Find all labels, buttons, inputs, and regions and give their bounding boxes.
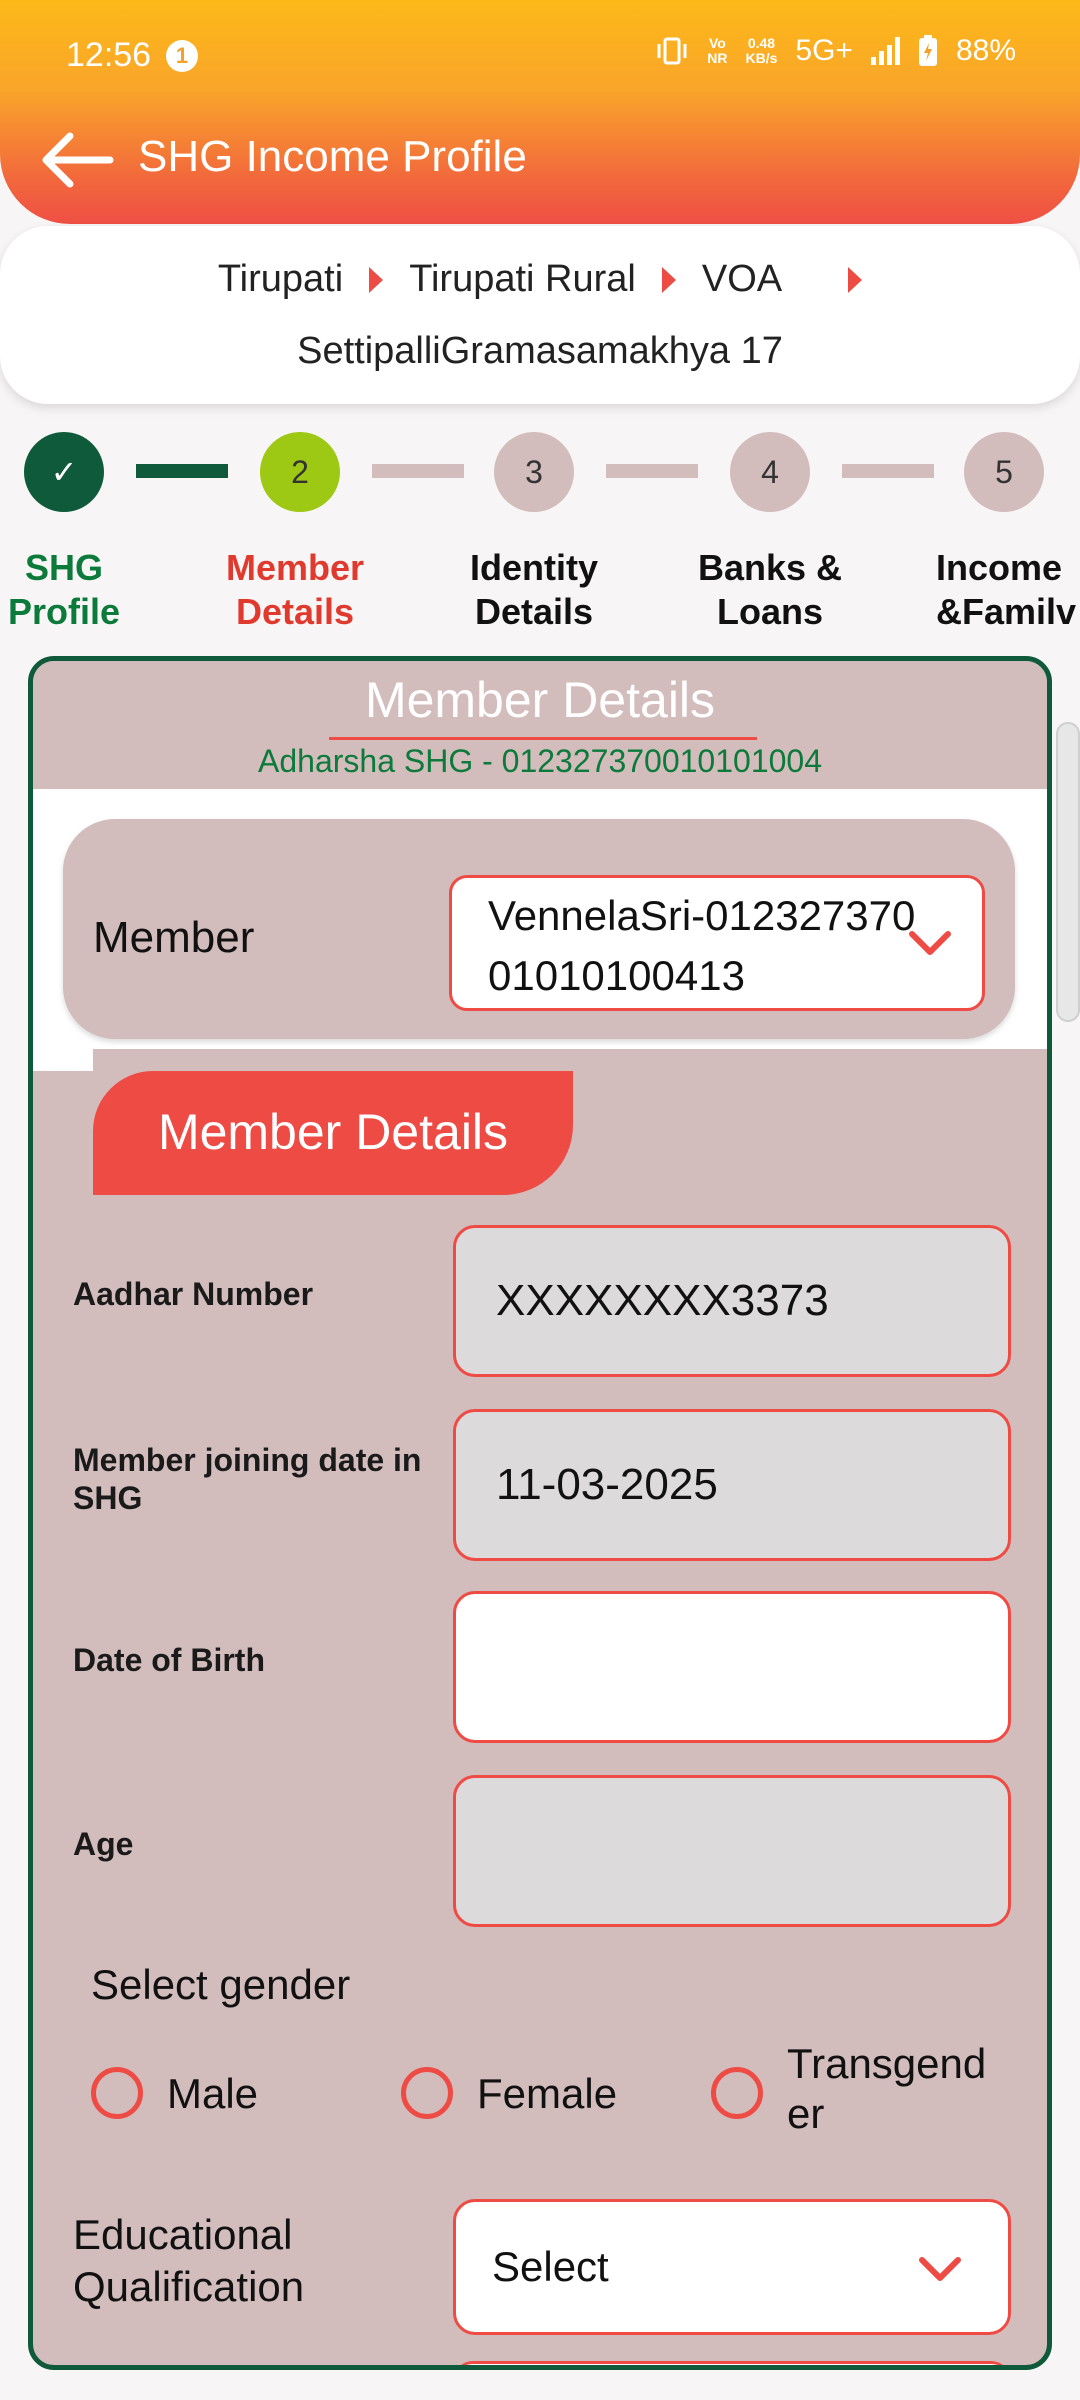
dob-field[interactable] [453,1591,1011,1743]
step-5-circle[interactable]: 5 [964,432,1044,512]
panel-header: Member Details Adharsha SHG - 0123273700… [33,661,1047,789]
gender-option-transgender[interactable]: Transgend er [787,2039,986,2139]
member-label: Member [93,913,255,962]
breadcrumb-item: Tirupati Rural [409,258,636,300]
page-title: SHG Income Profile [138,132,527,181]
aadhar-label: Aadhar Number [73,1276,314,1312]
step-4-circle[interactable]: 4 [730,432,810,512]
step-label-identity-details[interactable]: Identity Details [444,546,624,634]
status-time: 12:56 [66,36,152,74]
gender-radio-transgender[interactable] [711,2067,763,2119]
step-1-check-icon[interactable]: ✓ [24,432,104,512]
gender-option-female[interactable]: Female [477,2069,617,2119]
next-field-peek [453,2361,1011,2365]
breadcrumb-item: SettipalliGramasamakhya 17 [297,330,783,372]
status-icons: Vo NR 0.48 KB/s 5G+ 88% [655,34,1016,68]
joining-date-label: Member joining date in SHG [73,1442,422,1516]
scrollbar[interactable] [1056,722,1080,1022]
member-dropdown[interactable]: VennelaSri-012327370 01010100413 [449,875,985,1011]
gender-radio-male[interactable] [91,2067,143,2119]
stepper: ✓ 2 3 4 5 [0,428,1080,512]
education-dropdown[interactable]: Select [453,2199,1011,2335]
header-background: 12:56 1 Vo NR 0.48 KB/s 5G+ 88% SHG Inco… [0,0,1080,224]
notification-badge: 1 [166,40,198,72]
member-value-line1: VennelaSri-012327370 [488,892,916,939]
chevron-down-icon [909,931,951,955]
stepper-labels: SHG Profile Member Details Identity Details… [0,546,1080,646]
network-type: 5G+ [795,34,853,67]
breadcrumb-arrow-icon [661,266,676,293]
status-bar: 12:56 1 Vo NR 0.48 KB/s 5G+ 88% [0,0,1080,110]
gender-radio-female[interactable] [401,2067,453,2119]
education-label: Educational Qualification [73,2211,305,2310]
battery-level: 88% [955,34,1016,67]
app-bar: SHG Income Profile [0,110,1080,210]
gender-label: Select gender [91,1961,351,2008]
age-field[interactable] [453,1775,1011,1927]
step-label-income-family[interactable]: Income &Familv [922,546,1080,634]
age-label: Age [73,1826,134,1862]
member-card: Member VennelaSri-012327370 01010100413 [63,819,1015,1039]
back-arrow-icon[interactable] [36,130,116,190]
vibrate-icon [657,37,687,65]
shg-subtitle: Adharsha SHG - 012327370010101004 [258,743,822,779]
breadcrumb-item: VOA [701,258,783,300]
step-connector [606,464,698,478]
battery-charging-icon [918,35,937,66]
step-3-circle[interactable]: 3 [494,432,574,512]
breadcrumb-item: Tirupati [217,258,344,300]
step-connector [842,464,934,478]
aadhar-field[interactable]: XXXXXXXX3373 [453,1225,1011,1377]
joining-date-field[interactable]: 11-03-2025 [453,1409,1011,1561]
gender-option-male[interactable]: Male [167,2069,258,2119]
panel-title: Member Details [364,672,716,728]
volte-indicator: Vo NR [707,35,728,66]
member-details-panel: Member Details Adharsha SHG - 0123273700… [28,656,1052,2370]
step-2-circle[interactable]: 2 [260,432,340,512]
step-label-member-details[interactable]: Member Details [210,546,380,634]
net-speed: 0.48 KB/s [745,35,778,66]
step-label-shg-profile[interactable]: SHG Profile [0,546,128,634]
title-underline [329,737,757,740]
step-connector [372,464,464,478]
signal-icon [870,37,900,65]
member-value-line2: 01010100413 [488,952,745,999]
step-connector [136,464,228,478]
breadcrumb-arrow-icon [848,266,863,293]
dob-label: Date of Birth [73,1642,265,1678]
education-selected: Select [492,2243,609,2290]
breadcrumb: Tirupati Tirupati Rural VOA SettipalliGr… [0,226,1080,404]
section-tab: Member Details [93,1071,573,1195]
section-tab-title: Member Details [157,1104,509,1160]
step-label-banks-loans[interactable]: Banks & Loans [680,546,860,634]
chevron-down-icon [919,2257,961,2281]
breadcrumb-arrow-icon [369,266,384,293]
